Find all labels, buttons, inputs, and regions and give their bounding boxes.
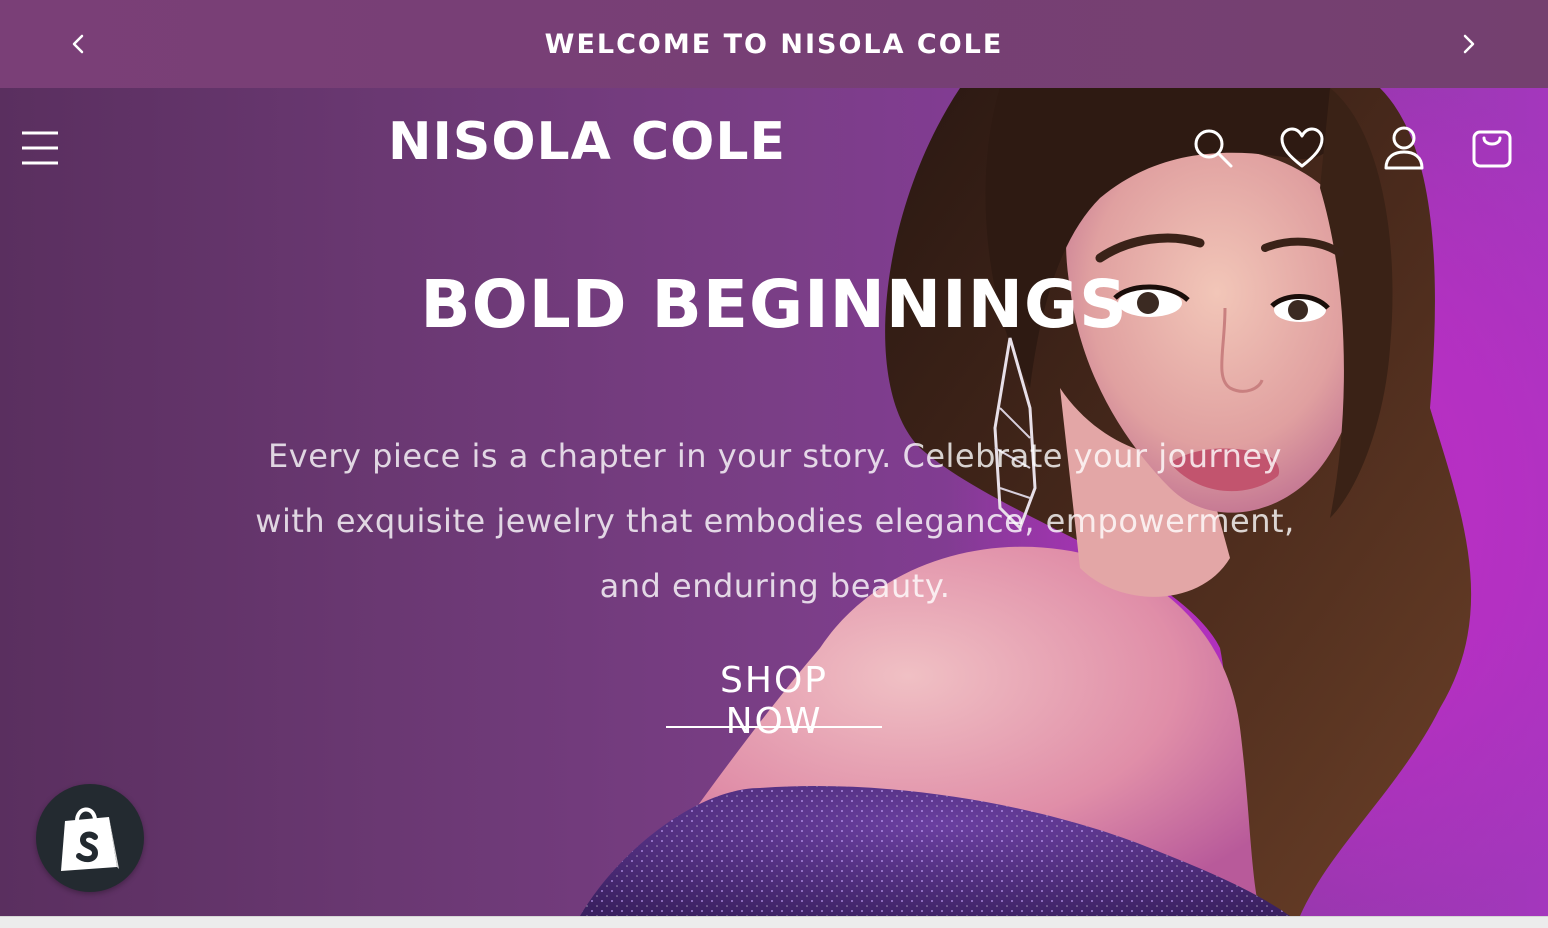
announcement-text: WELCOME TO NISOLA COLE [544,28,1004,60]
cart-button[interactable] [1468,124,1516,172]
shop-now-button[interactable]: SHOP NOW [666,660,882,742]
search-icon [1194,129,1233,168]
site-logo[interactable]: NISOLA COLE [388,112,786,172]
account-button[interactable] [1380,124,1428,172]
heart-icon [1280,127,1324,168]
account-icon [1384,126,1424,170]
announcement-next-button[interactable] [1451,26,1487,62]
hero-title: BOLD BEGINNINGS [420,266,1128,343]
menu-button[interactable] [18,128,62,168]
shopify-bag-icon [61,807,119,871]
search-button[interactable] [1189,124,1237,172]
site-header: NISOLA COLE [0,88,1548,208]
shopify-button[interactable] [36,784,144,892]
menu-icon [22,131,58,165]
announcement-prev-button[interactable] [60,26,96,62]
announcement-bar: WELCOME TO NISOLA COLE [0,0,1548,88]
hero-subtitle: Every piece is a chapter in your story. … [255,437,1295,605]
cart-icon [1472,130,1512,168]
chevron-right-icon [1463,34,1475,54]
page-bottom-divider [0,916,1548,928]
chevron-left-icon [72,34,84,54]
hero-banner: NISOLA COLE BOLD BEGINNINGS Every piece … [0,88,1548,916]
wishlist-button[interactable] [1278,124,1326,172]
